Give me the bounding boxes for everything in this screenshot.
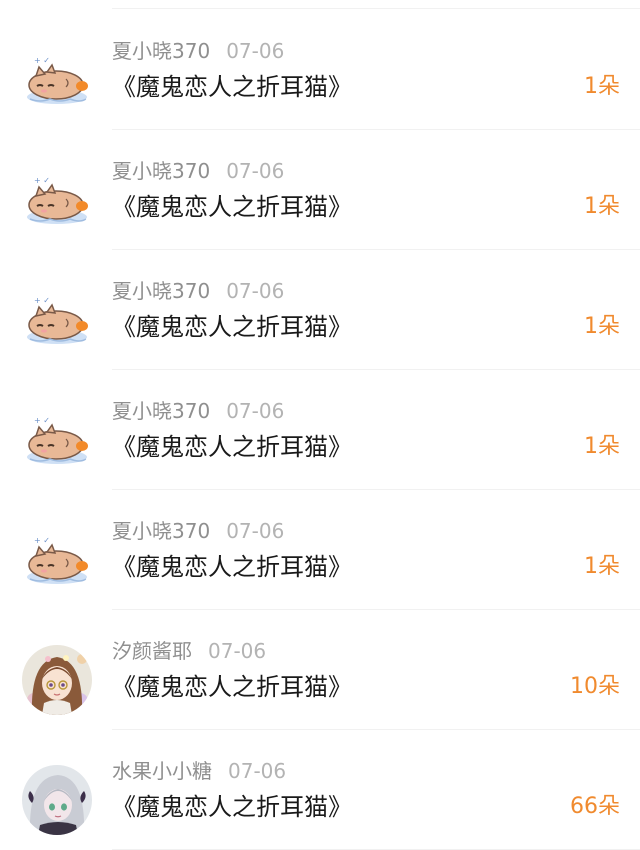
flower-amount: 1朵 <box>584 314 620 339</box>
divider <box>112 8 640 9</box>
flower-amount: 66朵 <box>570 794 620 819</box>
svg-text:+ ✓: + ✓ <box>34 56 50 65</box>
date: 07-06 <box>226 399 285 423</box>
avatar[interactable] <box>22 765 92 835</box>
book-title[interactable]: 《魔鬼恋人之折耳猫》 <box>112 72 352 102</box>
meta-line: 夏小晓370 07-06 <box>112 518 284 544</box>
avatar[interactable] <box>22 645 92 715</box>
book-title[interactable]: 《魔鬼恋人之折耳猫》 <box>112 792 352 822</box>
flower-amount: 1朵 <box>584 554 620 579</box>
list-item[interactable]: + ✓ 夏小晓370 07-06 《魔鬼恋人之折耳猫》 1朵 <box>0 370 640 490</box>
svg-text:+ ✓: + ✓ <box>34 296 50 305</box>
book-title[interactable]: 《魔鬼恋人之折耳猫》 <box>112 552 352 582</box>
username[interactable]: 夏小晓370 <box>112 39 210 63</box>
book-title[interactable]: 《魔鬼恋人之折耳猫》 <box>112 312 352 342</box>
avatar[interactable]: + ✓ <box>22 285 92 355</box>
avatar[interactable]: + ✓ <box>22 45 92 115</box>
anime-girl-icon <box>22 645 92 715</box>
anime-girl-icon <box>22 765 92 835</box>
avatar[interactable]: + ✓ <box>22 165 92 235</box>
username[interactable]: 夏小晓370 <box>112 159 210 183</box>
avatar[interactable]: + ✓ <box>22 405 92 475</box>
list-item[interactable]: + ✓ 夏小晓370 07-06 《魔鬼恋人之折耳猫》 1朵 <box>0 250 640 370</box>
username[interactable]: 夏小晓370 <box>112 399 210 423</box>
date: 07-06 <box>226 519 285 543</box>
date: 07-06 <box>226 159 285 183</box>
gift-record-list: + ✓ 夏小晓370 07-06 《魔鬼恋人之折耳猫》 1朵 + ✓ 夏小晓370… <box>0 0 640 850</box>
cat-sticker-icon: + ✓ <box>22 45 92 115</box>
date: 07-06 <box>228 759 287 783</box>
cat-sticker-icon: + ✓ <box>22 525 92 595</box>
book-title[interactable]: 《魔鬼恋人之折耳猫》 <box>112 192 352 222</box>
username[interactable]: 夏小晓370 <box>112 519 210 543</box>
list-item[interactable]: + ✓ 夏小晓370 07-06 《魔鬼恋人之折耳猫》 1朵 <box>0 10 640 130</box>
cat-sticker-icon: + ✓ <box>22 285 92 355</box>
list-item[interactable]: + ✓ 夏小晓370 07-06 《魔鬼恋人之折耳猫》 1朵 <box>0 130 640 250</box>
date: 07-06 <box>208 639 267 663</box>
username[interactable]: 水果小小糖 <box>112 759 212 783</box>
date: 07-06 <box>226 39 285 63</box>
meta-line: 夏小晓370 07-06 <box>112 158 284 184</box>
date: 07-06 <box>226 279 285 303</box>
meta-line: 水果小小糖 07-06 <box>112 758 286 784</box>
meta-line: 夏小晓370 07-06 <box>112 38 284 64</box>
avatar[interactable]: + ✓ <box>22 525 92 595</box>
book-title[interactable]: 《魔鬼恋人之折耳猫》 <box>112 432 352 462</box>
list-item[interactable]: + ✓ 夏小晓370 07-06 《魔鬼恋人之折耳猫》 1朵 <box>0 490 640 610</box>
flower-amount: 1朵 <box>584 194 620 219</box>
flower-amount: 1朵 <box>584 434 620 459</box>
book-title[interactable]: 《魔鬼恋人之折耳猫》 <box>112 672 352 702</box>
flower-amount: 1朵 <box>584 74 620 99</box>
cat-sticker-icon: + ✓ <box>22 405 92 475</box>
svg-text:+ ✓: + ✓ <box>34 176 50 185</box>
meta-line: 夏小晓370 07-06 <box>112 398 284 424</box>
username[interactable]: 汐颜酱耶 <box>112 639 192 663</box>
cat-sticker-icon: + ✓ <box>22 165 92 235</box>
meta-line: 汐颜酱耶 07-06 <box>112 638 266 664</box>
svg-text:+ ✓: + ✓ <box>34 536 50 545</box>
list-item[interactable]: 汐颜酱耶 07-06 《魔鬼恋人之折耳猫》 10朵 <box>0 610 640 730</box>
svg-text:+ ✓: + ✓ <box>34 416 50 425</box>
username[interactable]: 夏小晓370 <box>112 279 210 303</box>
flower-amount: 10朵 <box>570 674 620 699</box>
list-item[interactable]: 水果小小糖 07-06 《魔鬼恋人之折耳猫》 66朵 <box>0 730 640 850</box>
meta-line: 夏小晓370 07-06 <box>112 278 284 304</box>
